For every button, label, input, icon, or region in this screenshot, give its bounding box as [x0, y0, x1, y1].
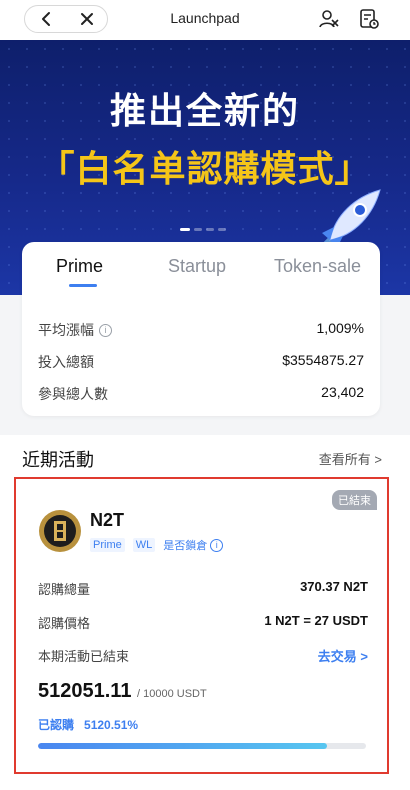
section-title: 近期活動 — [22, 450, 94, 470]
row-value: 370.37 N2T — [300, 579, 368, 594]
stat-label: 平均漲幅 — [38, 322, 94, 338]
stat-label: 參與總人數 — [38, 386, 108, 402]
view-all-link[interactable]: 查看所有 > — [319, 449, 382, 468]
subscribed-percent: 5120.51% — [84, 718, 139, 732]
stat-participants: 參與總人數 23,402 — [38, 384, 364, 404]
progress-bar — [38, 743, 366, 749]
row-label: 本期活動已結束 — [38, 649, 130, 664]
stat-value: 23,402 — [321, 384, 364, 400]
info-icon[interactable]: i — [99, 323, 112, 337]
tab-startup[interactable]: Startup — [168, 256, 226, 277]
coin-logo-icon — [39, 510, 81, 552]
progress-fill — [38, 743, 327, 749]
info-icon: i — [210, 538, 224, 552]
stat-label: 投入總額 — [38, 354, 94, 370]
row-ended: 本期活動已結束 去交易 > — [38, 646, 368, 665]
subscribed-amount-wrap: 512051.11 / 10000 USDT — [38, 680, 207, 703]
coin-name: N2T — [90, 510, 125, 530]
top-bar: Launchpad — [0, 0, 410, 40]
summary-card: Prime Startup Token-sale 平均漲幅 i 1,009% 投… — [22, 242, 380, 416]
order-history-button[interactable] — [356, 6, 382, 32]
pager-dot — [180, 228, 190, 231]
coin-tags: Prime WL 是否鎖倉 i — [90, 537, 224, 553]
row-label: 認購價格 — [38, 616, 91, 631]
banner-pager — [180, 228, 226, 231]
tab-prime[interactable]: Prime — [56, 256, 103, 277]
nav-capsule — [24, 5, 108, 33]
back-button[interactable] — [30, 6, 62, 32]
row-label: 認購總量 — [38, 582, 91, 597]
row-price: 認購價格 1 N2T = 27 USDT — [38, 613, 368, 632]
pager-dot — [218, 228, 226, 231]
stat-total-invested: 投入總額 $3554875.27 — [38, 352, 364, 372]
close-button[interactable] — [71, 6, 103, 32]
stat-label-wrap: 平均漲幅 i — [38, 320, 112, 340]
order-history-icon — [360, 9, 379, 29]
user-switch-icon — [319, 10, 339, 28]
row-value: 1 N2T = 27 USDT — [264, 613, 368, 628]
banner-headline: 推出全新的 — [109, 91, 300, 132]
pager-dot — [206, 228, 214, 231]
active-tab-indicator — [69, 284, 97, 287]
trade-link[interactable]: 去交易 > — [318, 646, 368, 665]
subscribed-label: 已認購 — [38, 718, 75, 732]
pager-dot — [194, 228, 202, 231]
stat-average-gain: 平均漲幅 i 1,009% — [38, 320, 364, 340]
stat-value: 1,009% — [316, 320, 364, 336]
tab-bar: Prime Startup Token-sale — [22, 242, 380, 290]
close-icon — [80, 13, 93, 25]
row-total-supply: 認購總量 370.37 N2T — [38, 579, 368, 598]
tab-token-sale[interactable]: Token-sale — [274, 256, 361, 277]
tag-prime: Prime — [90, 538, 125, 552]
activity-card[interactable]: 已結束 N2T Prime WL 是否鎖倉 i 認購總量 370.37 N2T … — [14, 477, 389, 774]
chevron-left-icon — [41, 12, 50, 26]
subscribed-amount: 512051.11 — [38, 680, 132, 702]
status-badge: 已結束 — [332, 490, 377, 510]
progress-label: 已認購 5120.51% — [38, 716, 138, 733]
user-switch-button[interactable] — [316, 6, 342, 32]
lock-tag[interactable]: 是否鎖倉 i — [163, 537, 224, 553]
lock-label: 是否鎖倉 — [163, 540, 208, 552]
tag-wl: WL — [132, 538, 156, 552]
stat-value: $3554875.27 — [282, 352, 364, 368]
target-amount: / 10000 USDT — [137, 688, 207, 700]
